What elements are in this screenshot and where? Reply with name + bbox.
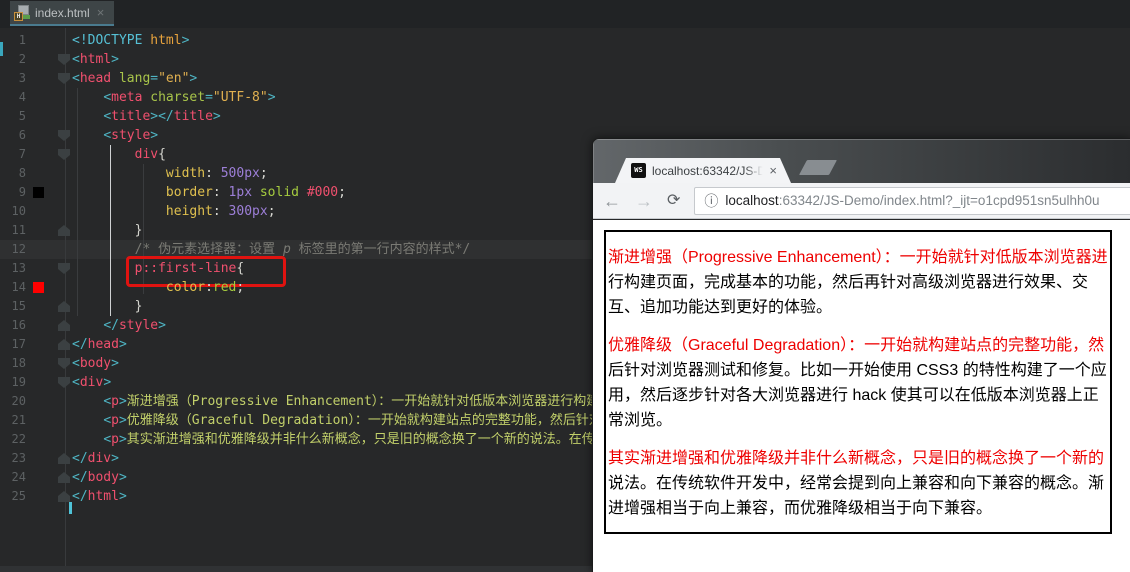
code-line: </style>: [103, 318, 166, 333]
html-file-icon: H: [14, 4, 30, 21]
code-line: height: 300px;: [165, 204, 276, 219]
code-line: </head>: [72, 337, 127, 352]
code-line: <meta charset="UTF-8">: [103, 90, 276, 105]
color-swatch[interactable]: [33, 187, 44, 198]
line-number: 10: [11, 204, 26, 218]
browser-tab[interactable]: WS localhost:63342/JS-Dem ×: [615, 158, 791, 183]
fold-marker-icon[interactable]: [58, 320, 70, 331]
fold-marker-icon[interactable]: [58, 301, 70, 312]
tab-index-html[interactable]: H index.html ×: [10, 1, 114, 26]
line-number: 16: [11, 318, 26, 332]
line-number: 6: [18, 128, 26, 142]
tab-label: index.html: [35, 5, 90, 20]
line-number: 17: [11, 337, 26, 351]
address-bar[interactable]: ⓘ localhost:63342/JS-Demo/index.html?_ij…: [694, 186, 1130, 215]
line-number: 7: [18, 147, 26, 161]
fold-marker-icon[interactable]: [58, 339, 70, 350]
line-number: 20: [11, 394, 26, 408]
line-number: 1: [18, 33, 26, 47]
code-line: }: [134, 223, 143, 238]
line-number: 21: [11, 413, 26, 427]
line-number: 18: [11, 356, 26, 370]
code-line: border: 1px solid #000;: [165, 185, 346, 200]
line-number: 15: [11, 299, 26, 313]
browser-toolbar: ← → ⟳ ⓘ localhost:63342/JS-Demo/index.ht…: [593, 183, 1130, 219]
line-number: 19: [11, 375, 26, 389]
browser-titlebar[interactable]: WS localhost:63342/JS-Dem ×: [593, 139, 1130, 183]
fold-marker-icon[interactable]: [58, 491, 70, 502]
code-line: <style>: [103, 128, 159, 143]
color-swatch[interactable]: [33, 282, 44, 293]
fold-marker-icon[interactable]: [58, 453, 70, 464]
screenshot-root: H index.html × 1 <!DOCTYPE html> 2 <html> 3 <…: [0, 0, 1130, 572]
new-tab-button[interactable]: [799, 160, 837, 175]
gutter-divider: [65, 28, 66, 566]
code-line: width: 500px;: [165, 166, 268, 181]
line-number: 24: [11, 470, 26, 484]
code-line: <title></title>: [103, 109, 221, 124]
line-number: 8: [18, 166, 26, 180]
browser-window: WS localhost:63342/JS-Dem × ← → ⟳ ⓘ loca…: [592, 138, 1130, 572]
browser-viewport: 渐进增强（Progressive Enhancement）：一开始就针对低版本浏…: [593, 220, 1130, 572]
close-icon[interactable]: ×: [769, 164, 777, 177]
code-line: </body>: [72, 470, 127, 485]
editor-bottom-strip: [0, 566, 592, 572]
fold-marker-icon[interactable]: [58, 73, 70, 84]
back-icon[interactable]: ←: [603, 192, 621, 210]
fold-marker-icon[interactable]: [58, 263, 70, 274]
page-info-icon[interactable]: ⓘ: [704, 191, 718, 211]
paragraph: 其实渐进增强和优雅降级并非什么新概念，只是旧的概念换了一个新的说法。在传统软件开…: [608, 450, 1105, 517]
fold-marker-icon[interactable]: [58, 130, 70, 141]
code-line: <div>: [72, 375, 112, 390]
code-line: <body>: [72, 356, 119, 371]
line-number: 9: [18, 185, 26, 199]
fold-marker-icon[interactable]: [58, 377, 70, 388]
line-number: 13: [11, 261, 26, 275]
line-number: 12: [11, 242, 26, 256]
code-line: <!DOCTYPE html>: [72, 33, 190, 48]
url-host: localhost: [725, 193, 779, 208]
fold-marker-icon[interactable]: [58, 225, 70, 236]
code-line: /* 伪元素选择器：设置 p 标签里的第一行内容的样式*/: [134, 242, 471, 257]
fold-marker-icon[interactable]: [58, 358, 70, 369]
code-line: div{: [134, 147, 166, 162]
line-number: 5: [18, 109, 26, 123]
bordered-div: 渐进增强（Progressive Enhancement）：一开始就针对低版本浏…: [604, 230, 1112, 534]
line-number: 14: [11, 280, 26, 294]
code-line: </div>: [72, 451, 119, 466]
line-number: 22: [11, 432, 26, 446]
reload-icon[interactable]: ⟳: [667, 192, 680, 210]
line-number: 3: [18, 71, 26, 85]
file-h-badge: H: [14, 11, 23, 21]
code-line: p::first-line{: [134, 261, 245, 276]
url-path: :63342/JS-Demo/index.html?_ijt=o1cpd951s…: [778, 193, 1100, 208]
browser-tab-title: localhost:63342/JS-Dem: [652, 163, 766, 178]
fold-marker-icon[interactable]: [58, 472, 70, 483]
webstorm-favicon-icon: WS: [631, 163, 646, 178]
code-line: </html>: [72, 489, 127, 504]
line-number: 2: [18, 52, 26, 66]
forward-icon[interactable]: →: [635, 192, 653, 210]
code-line: <head lang="en">: [72, 71, 198, 86]
code-line: <html>: [72, 52, 119, 67]
editor-tab-bar: H index.html ×: [0, 0, 1130, 28]
code-line: }: [134, 299, 143, 314]
line-number: 23: [11, 451, 26, 465]
fold-marker-icon[interactable]: [58, 149, 70, 160]
code-line: color:red;: [165, 280, 245, 295]
line-number: 11: [11, 223, 26, 237]
line-number: 25: [11, 489, 26, 503]
close-icon[interactable]: ×: [97, 6, 105, 19]
fold-marker-icon[interactable]: [58, 54, 70, 65]
paragraph: 优雅降级（Graceful Degradation）：一开始就构建站点的完整功能…: [608, 337, 1107, 429]
line-number: 4: [18, 90, 26, 104]
paragraph: 渐进增强（Progressive Enhancement）：一开始就针对低版本浏…: [608, 249, 1108, 316]
panel-edge-mark: [0, 42, 3, 56]
